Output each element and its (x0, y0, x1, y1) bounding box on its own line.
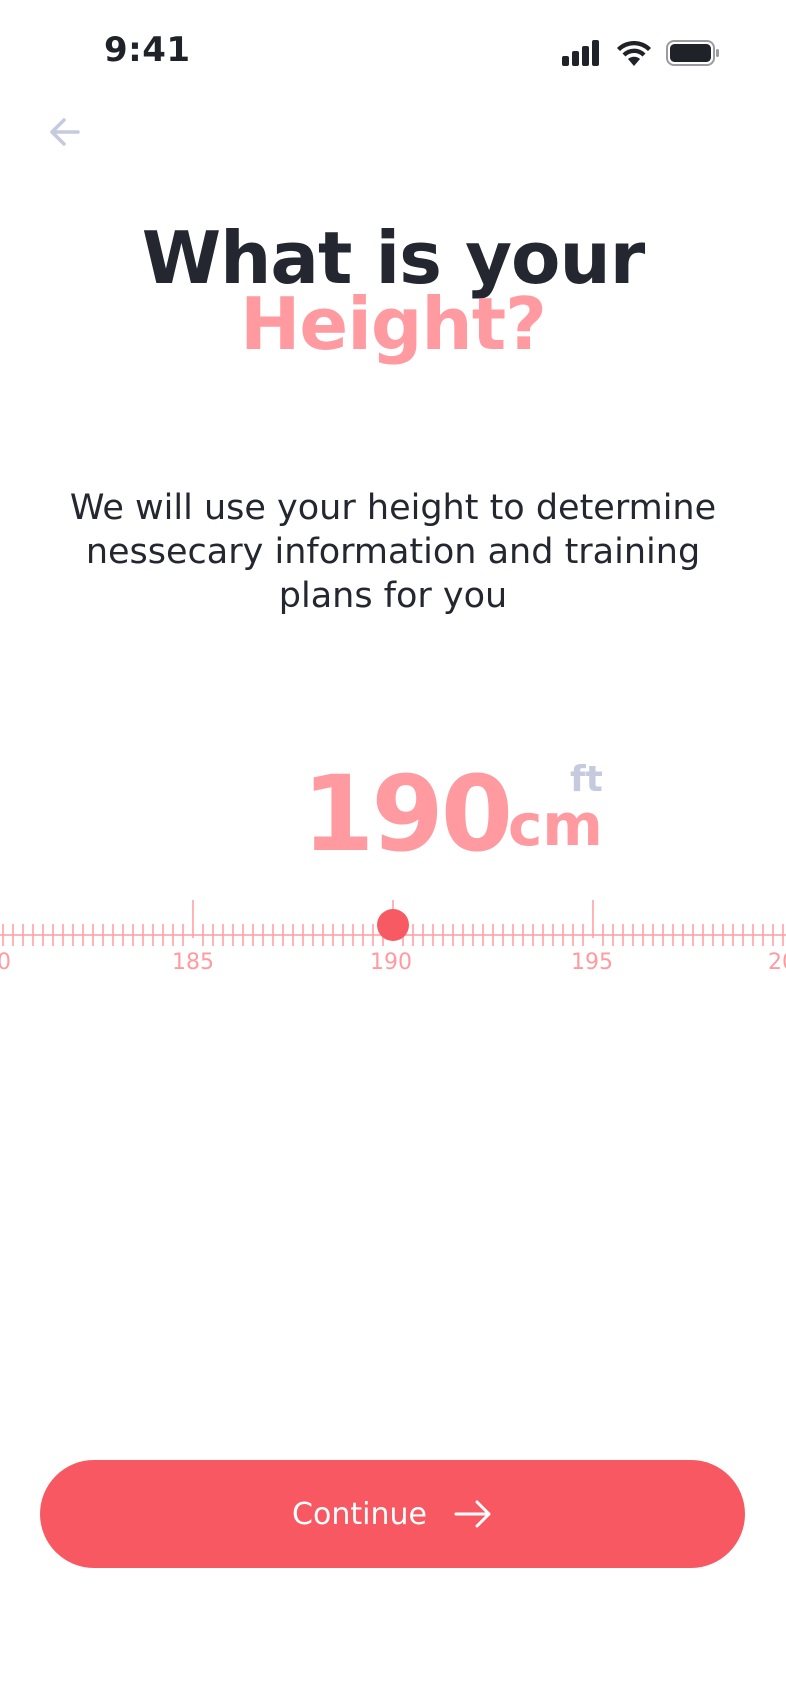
ruler-label: 195 (571, 950, 613, 975)
page-description: We will use your height to determine nes… (69, 488, 717, 616)
height-value: 190 (302, 753, 513, 875)
ruler-label: 20 (768, 950, 786, 975)
battery-icon (666, 40, 720, 70)
continue-button[interactable]: Continue (40, 1460, 745, 1568)
wifi-icon (616, 40, 652, 70)
ruler-labels: 0 185 190 195 20 (0, 950, 786, 980)
status-time: 9:41 (104, 30, 191, 70)
continue-label: Continue (292, 1496, 427, 1532)
unit-toggle-cm[interactable]: cm (508, 796, 603, 854)
page-title-highlight: Height? (240, 282, 547, 366)
ruler-label: 0 (0, 950, 11, 975)
arrow-right-icon (454, 1500, 491, 1528)
ruler-label: 185 (172, 950, 214, 975)
ruler-label: 190 (370, 950, 412, 975)
ruler-thumb[interactable] (377, 909, 409, 941)
cellular-signal-icon (562, 40, 602, 70)
back-button[interactable] (44, 110, 88, 154)
status-icons (562, 40, 720, 70)
arrow-left-icon (50, 118, 80, 146)
